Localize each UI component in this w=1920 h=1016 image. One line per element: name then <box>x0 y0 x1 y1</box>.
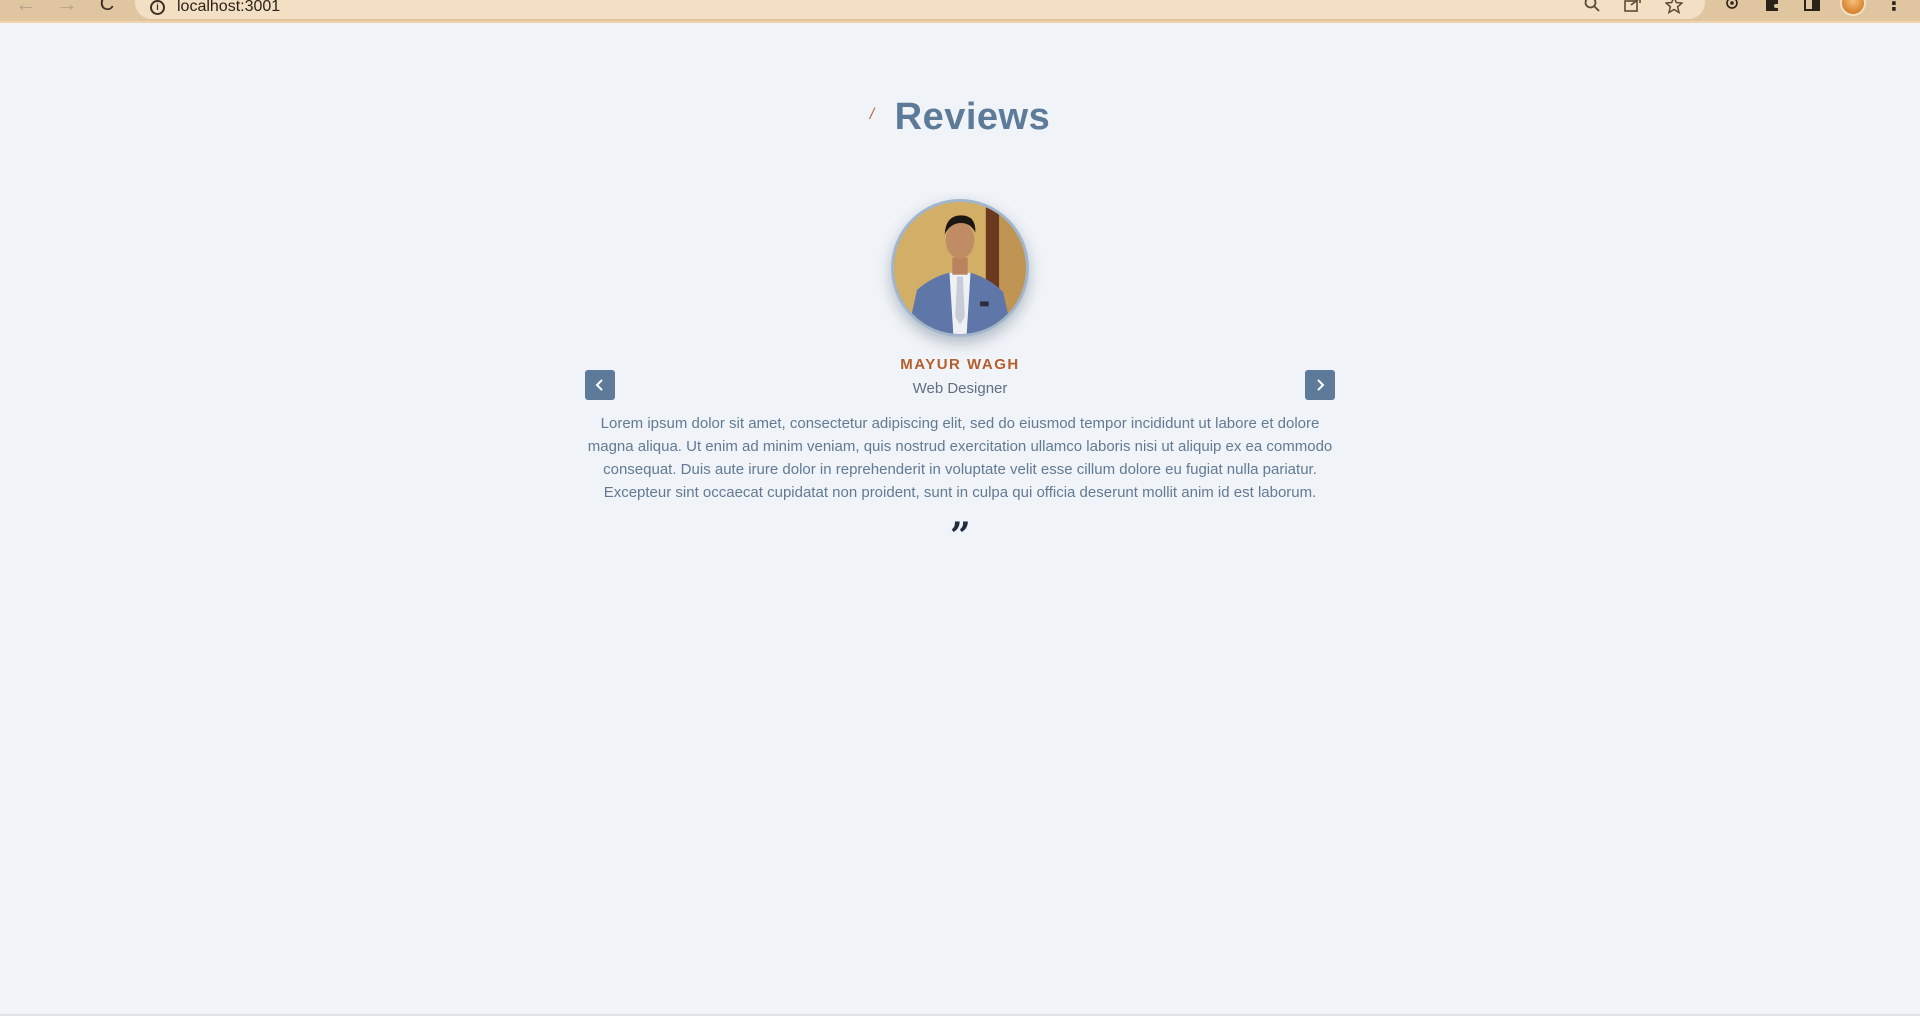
back-arrow-icon[interactable]: ← <box>15 0 37 15</box>
zoom-icon[interactable] <box>1582 0 1602 16</box>
browser-toolbar: ← → C i localhost:3001 ⋮ <box>0 0 1920 23</box>
page-title: Reviews <box>894 96 1051 138</box>
browser-menu-icon[interactable]: ⋮ <box>1884 0 1904 16</box>
address-bar[interactable]: i localhost:3001 <box>135 0 1705 19</box>
reload-icon[interactable]: C <box>96 0 118 15</box>
review-text: Lorem ipsum dolor sit amet, consectetur … <box>587 415 1333 501</box>
quote-icon: ” <box>950 515 971 557</box>
section-heading: / Reviews <box>0 96 1920 139</box>
chevron-right-icon <box>1317 379 1325 391</box>
share-icon[interactable] <box>1623 0 1643 16</box>
reviewer-role: Web Designer <box>912 380 1008 397</box>
reviewer-avatar <box>891 199 1029 337</box>
profile-avatar[interactable] <box>1840 0 1866 16</box>
url-text[interactable]: localhost:3001 <box>177 0 280 16</box>
chevron-left-icon <box>595 379 603 391</box>
bookmark-star-icon[interactable] <box>1664 0 1684 16</box>
previous-review-button[interactable] <box>585 370 615 400</box>
site-info-icon[interactable]: i <box>150 0 165 15</box>
reviewer-name: MAYUR WAGH <box>900 356 1020 373</box>
puzzle-icon[interactable] <box>1760 0 1784 18</box>
side-panel-icon[interactable] <box>1800 0 1824 18</box>
forward-arrow-icon[interactable]: → <box>56 0 78 15</box>
heading-decoration: / <box>869 106 875 123</box>
next-review-button[interactable] <box>1305 370 1335 400</box>
extension-icon[interactable] <box>1720 0 1744 18</box>
